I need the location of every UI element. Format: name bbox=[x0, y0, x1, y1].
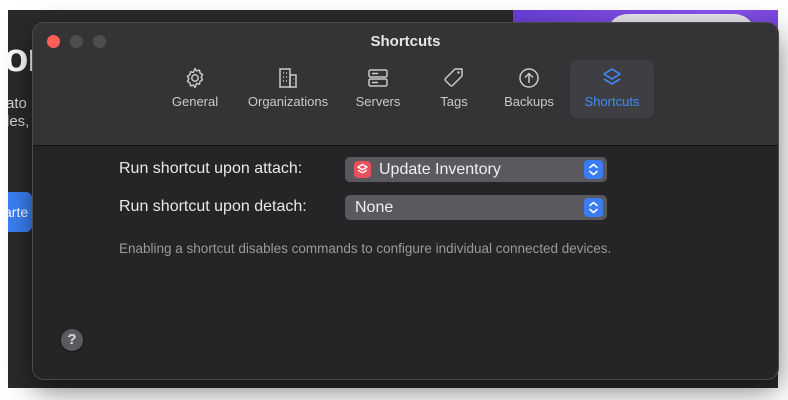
chevron-updown-icon bbox=[584, 160, 603, 179]
tab-tags-label: Tags bbox=[440, 94, 468, 109]
gear-icon bbox=[186, 67, 204, 89]
preferences-toolbar: General Organizations Servers Tags Backu… bbox=[33, 60, 778, 120]
shortcuts-pane: Run shortcut upon attach: Update Invento… bbox=[33, 146, 778, 379]
background-text-line-2: les, bbox=[8, 113, 30, 130]
window-titlebar: Shortcuts General Organizations Servers … bbox=[33, 23, 778, 146]
tab-backups[interactable]: Backups bbox=[496, 60, 562, 118]
tab-tags[interactable]: Tags bbox=[428, 60, 480, 118]
chevron-updown-icon bbox=[584, 198, 603, 217]
arrow-up-circle-icon bbox=[519, 68, 539, 88]
tab-organizations-label: Organizations bbox=[247, 94, 329, 109]
detach-shortcut-popup[interactable]: None bbox=[345, 195, 607, 220]
tab-shortcuts[interactable]: Shortcuts bbox=[570, 60, 654, 118]
shortcuts-app-icon bbox=[354, 161, 371, 178]
tab-servers[interactable]: Servers bbox=[349, 60, 407, 118]
tab-servers-label: Servers bbox=[355, 94, 401, 109]
tab-shortcuts-label: Shortcuts bbox=[584, 94, 640, 109]
tab-general[interactable]: General bbox=[166, 60, 224, 118]
help-button[interactable]: ? bbox=[61, 329, 83, 351]
tab-backups-label: Backups bbox=[504, 94, 554, 109]
attach-shortcut-value: Update Inventory bbox=[379, 161, 501, 178]
detach-label: Run shortcut upon detach: bbox=[119, 198, 307, 215]
server-icon bbox=[368, 69, 388, 87]
layers-icon bbox=[603, 68, 621, 85]
building-icon bbox=[279, 68, 297, 88]
detach-shortcut-value: None bbox=[355, 199, 394, 216]
tab-general-label: General bbox=[171, 94, 219, 109]
tag-icon bbox=[444, 68, 463, 87]
background-blue-button[interactable]: arte bbox=[8, 192, 32, 232]
shortcut-note: Enabling a shortcut disables commands to… bbox=[119, 241, 612, 256]
background-blue-button-label: arte bbox=[8, 204, 29, 220]
background-text-line-1: ato bbox=[8, 95, 27, 112]
tab-organizations[interactable]: Organizations bbox=[236, 60, 340, 118]
attach-shortcut-popup[interactable]: Update Inventory bbox=[345, 157, 607, 182]
window-title: Shortcuts bbox=[370, 33, 441, 50]
attach-label: Run shortcut upon attach: bbox=[119, 160, 303, 177]
preferences-window: Shortcuts General Organizations Servers … bbox=[33, 23, 778, 379]
